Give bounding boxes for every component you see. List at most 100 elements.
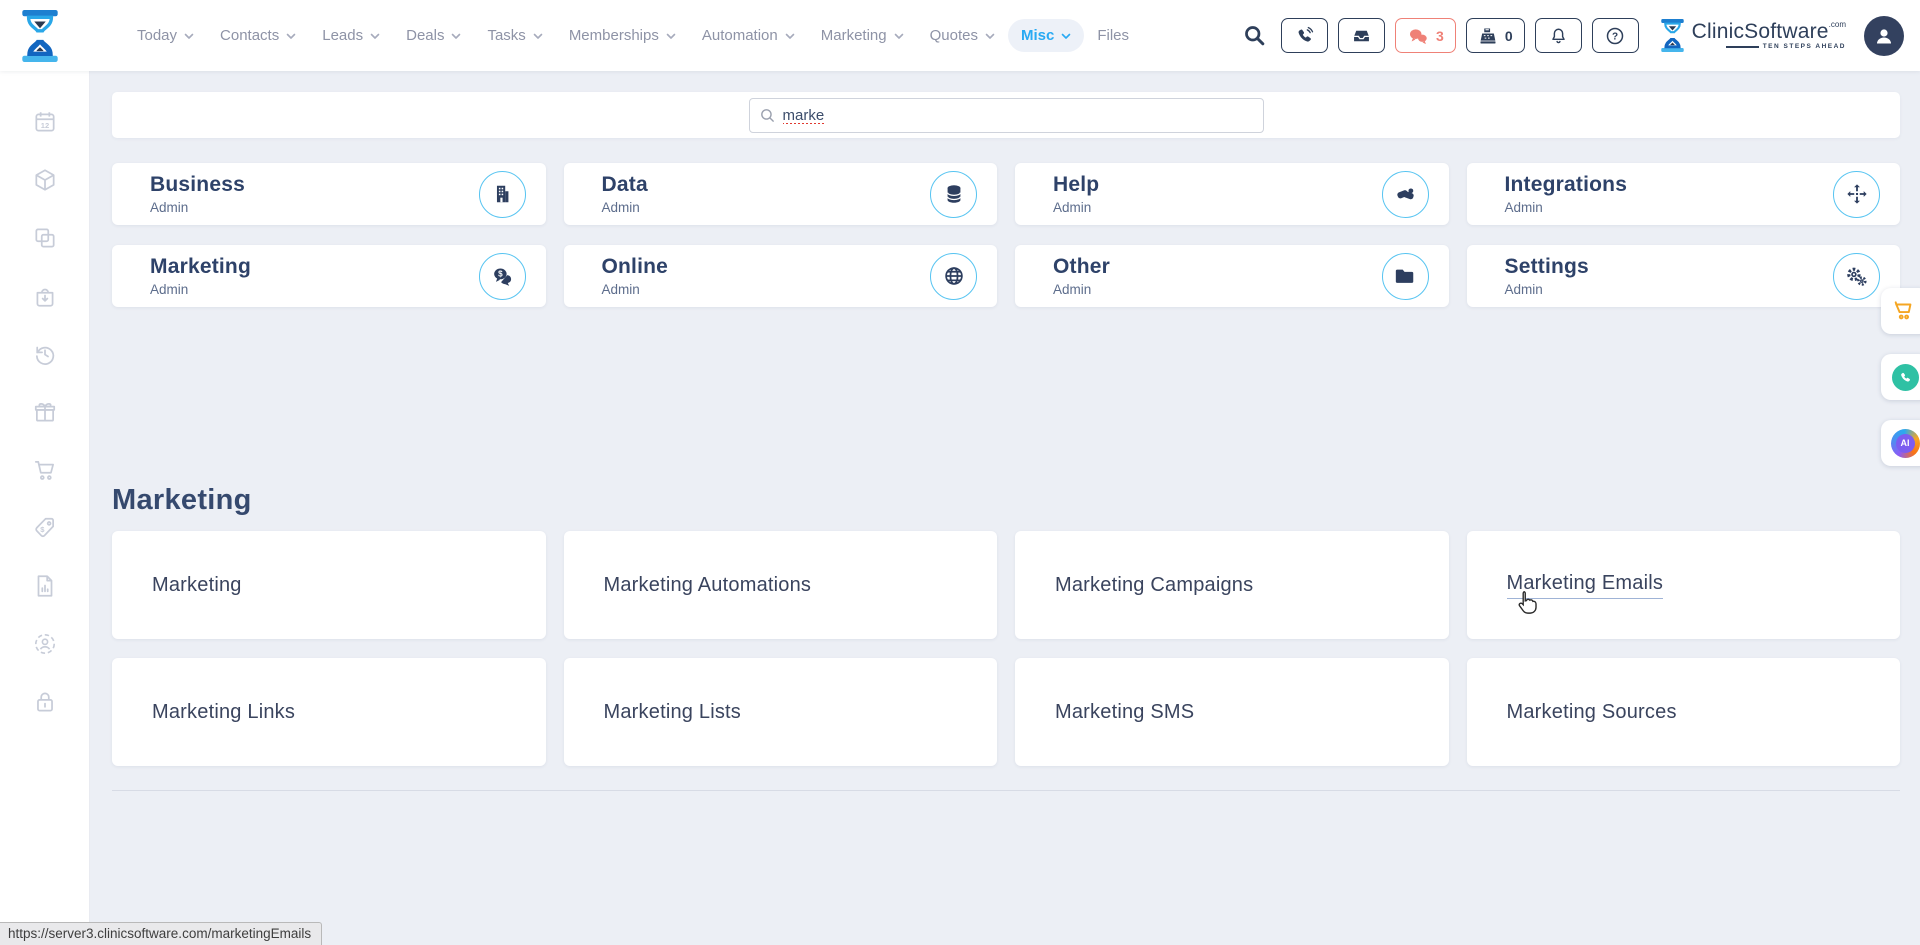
globe-icon (930, 253, 977, 300)
marketing-sources-card[interactable]: Marketing Sources (1467, 658, 1901, 766)
account-icon[interactable] (32, 631, 58, 657)
floating-cart-button[interactable] (1881, 288, 1920, 334)
nav-tasks[interactable]: Tasks (474, 19, 555, 52)
left-sidebar: 12 $ (0, 71, 90, 945)
nav-label: Misc (1021, 27, 1054, 44)
category-grid: Business Admin Data Admin (112, 163, 1900, 307)
nav-contacts[interactable]: Contacts (207, 19, 309, 52)
calendar-icon[interactable]: 12 (32, 109, 58, 135)
nav-today[interactable]: Today (124, 19, 207, 52)
messages-button[interactable]: 3 (1395, 18, 1456, 53)
nav-memberships[interactable]: Memberships (556, 19, 689, 52)
user-avatar[interactable] (1864, 16, 1904, 56)
nav-files[interactable]: Files (1084, 19, 1142, 52)
category-subtitle: Admin (1053, 282, 1110, 297)
category-title: Online (602, 255, 669, 279)
category-card-help[interactable]: Help Admin (1015, 163, 1449, 225)
nav-leads[interactable]: Leads (309, 19, 393, 52)
brand-text: ClinicSoftware .com TEN STEPS AHEAD (1692, 21, 1846, 51)
phone-calls-button[interactable] (1281, 18, 1328, 53)
marketing-card-label: Marketing Links (152, 701, 295, 724)
category-subtitle: Admin (602, 200, 648, 215)
hourglass-logo-small-icon (1659, 19, 1686, 52)
phone-volume-icon (1295, 26, 1315, 46)
marketing-card-label: Marketing Lists (604, 701, 742, 724)
category-card-integrations[interactable]: Integrations Admin (1467, 163, 1901, 225)
marketing-card[interactable]: Marketing (112, 531, 546, 639)
chevron-down-icon (985, 33, 995, 40)
copy-icon[interactable] (32, 225, 58, 251)
category-card-marketing[interactable]: Marketing Admin $ (112, 245, 546, 307)
hourglass-logo-icon (18, 10, 62, 62)
chevron-down-icon (370, 33, 380, 40)
notifications-button[interactable] (1535, 18, 1582, 53)
category-subtitle: Admin (1053, 200, 1099, 215)
section-divider (112, 790, 1900, 791)
nav-label: Deals (406, 27, 444, 44)
report-icon[interactable] (32, 573, 58, 599)
help-button[interactable]: ? (1592, 18, 1639, 53)
floating-ai-button[interactable]: AI (1881, 420, 1920, 466)
brand-logo[interactable]: ClinicSoftware .com TEN STEPS AHEAD (1659, 19, 1846, 52)
nav-label: Contacts (220, 27, 279, 44)
nav-label: Tasks (487, 27, 525, 44)
database-icon (930, 171, 977, 218)
category-card-business[interactable]: Business Admin (112, 163, 546, 225)
main-content: Business Admin Data Admin (90, 71, 1920, 945)
search-input[interactable] (749, 98, 1264, 133)
bell-icon (1549, 26, 1568, 46)
marketing-card-label: Marketing Sources (1507, 701, 1677, 724)
nav-quotes[interactable]: Quotes (917, 19, 1008, 52)
gift-icon[interactable] (32, 399, 58, 425)
search-bar (112, 92, 1900, 138)
chevron-down-icon (451, 33, 461, 40)
cursor-hand-icon (1513, 589, 1539, 617)
cart-orange-icon (1892, 298, 1918, 324)
nav-misc[interactable]: Misc (1008, 19, 1084, 52)
history-icon[interactable] (32, 341, 58, 367)
phone-green-icon (1892, 364, 1919, 391)
category-card-online[interactable]: Online Admin (564, 245, 998, 307)
category-card-other[interactable]: Other Admin (1015, 245, 1449, 307)
price-tag-icon[interactable]: $ (32, 515, 58, 541)
bag-import-icon[interactable] (32, 283, 58, 309)
help-icon: ? (1605, 26, 1625, 46)
category-card-data[interactable]: Data Admin (564, 163, 998, 225)
comments-dollar-icon: $ (479, 253, 526, 300)
category-title: Business (150, 173, 245, 197)
marketing-campaigns-card[interactable]: Marketing Campaigns (1015, 531, 1449, 639)
svg-text:?: ? (1612, 31, 1618, 42)
marketing-sms-card[interactable]: Marketing SMS (1015, 658, 1449, 766)
search-icon[interactable] (1242, 23, 1267, 48)
marketing-lists-card[interactable]: Marketing Lists (564, 658, 998, 766)
cart-icon[interactable] (32, 457, 58, 483)
category-subtitle: Admin (150, 200, 245, 215)
category-title: Other (1053, 255, 1110, 279)
ai-icon: AI (1891, 429, 1920, 458)
nav-label: Automation (702, 27, 778, 44)
chevron-down-icon (894, 33, 904, 40)
nav-marketing[interactable]: Marketing (808, 19, 917, 52)
marketing-emails-card[interactable]: Marketing Emails (1467, 531, 1901, 639)
brand-tagline: TEN STEPS AHEAD (1692, 44, 1846, 51)
marketing-links-card[interactable]: Marketing Links (112, 658, 546, 766)
top-bar: Today Contacts Leads Deals Tasks Members… (0, 0, 1920, 71)
category-subtitle: Admin (602, 282, 669, 297)
marketing-automations-card[interactable]: Marketing Automations (564, 531, 998, 639)
lock-icon[interactable] (32, 689, 58, 715)
chevron-down-icon (1061, 33, 1071, 40)
chevron-down-icon (184, 33, 194, 40)
nav-label: Marketing (821, 27, 887, 44)
nav-label: Today (137, 27, 177, 44)
nav-deals[interactable]: Deals (393, 19, 474, 52)
nav-automation[interactable]: Automation (689, 19, 808, 52)
floating-phone-button[interactable] (1881, 354, 1920, 400)
app-logo[interactable] (14, 8, 66, 64)
cube-icon[interactable] (32, 167, 58, 193)
chevron-down-icon (785, 33, 795, 40)
chevron-down-icon (533, 33, 543, 40)
category-card-settings[interactable]: Settings Admin (1467, 245, 1901, 307)
nav-label: Quotes (930, 27, 978, 44)
register-button[interactable]: 0 (1466, 18, 1525, 53)
inbox-button[interactable] (1338, 18, 1385, 53)
